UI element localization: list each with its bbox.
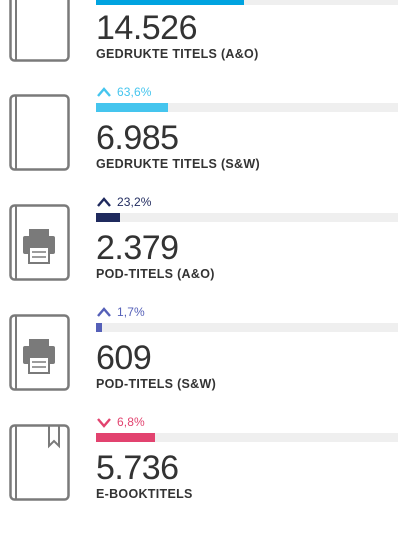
stat-label: GEDRUKTE TITELS (A&O) xyxy=(96,47,259,61)
change-value: 63,6% xyxy=(117,85,152,99)
change-indicator: 63,6% xyxy=(96,84,152,100)
progress-track xyxy=(96,323,398,332)
book-icon xyxy=(9,0,71,63)
ebook-icon xyxy=(9,424,71,502)
change-indicator: 1,7% xyxy=(96,304,145,320)
stat-value: 6.985 xyxy=(96,119,179,157)
change-indicator: 23,2% xyxy=(96,194,152,210)
stat-label: POD-TITELS (S&W) xyxy=(96,377,217,391)
stat-printed-titles-ao: 14.526 GEDRUKTE TITELS (A&O) xyxy=(0,0,398,62)
progress-track xyxy=(96,213,398,222)
book-icon xyxy=(9,94,71,172)
printer-book-icon xyxy=(9,204,71,282)
stat-pod-titles-ao: 23,2% 2.379 POD-TITELS (A&O) xyxy=(0,194,398,304)
stat-value: 609 xyxy=(96,339,152,377)
stat-pod-titles-sw: 1,7% 609 POD-TITELS (S&W) xyxy=(0,304,398,414)
change-indicator: 6,8% xyxy=(96,414,145,430)
stat-printed-titles-sw: 63,6% 6.985 GEDRUKTE TITELS (S&W) xyxy=(0,84,398,194)
change-value: 1,7% xyxy=(117,305,145,319)
stat-label: POD-TITELS (A&O) xyxy=(96,267,215,281)
progress-fill xyxy=(96,103,169,112)
change-value: 6,8% xyxy=(117,415,145,429)
progress-fill xyxy=(96,0,244,5)
stat-value: 2.379 xyxy=(96,229,179,267)
chevron-up-icon xyxy=(97,197,111,207)
stat-label: GEDRUKTE TITELS (S&W) xyxy=(96,157,260,171)
progress-fill xyxy=(96,433,155,442)
progress-track xyxy=(96,433,398,442)
stat-ebook-titles: 6,8% 5.736 E-BOOKTITELS xyxy=(0,414,398,524)
chevron-up-icon xyxy=(97,87,111,97)
stat-value: 5.736 xyxy=(96,449,179,487)
stat-value: 14.526 xyxy=(96,9,198,47)
progress-fill xyxy=(96,323,103,332)
progress-track xyxy=(96,0,398,5)
printer-book-icon xyxy=(9,314,71,392)
change-value: 23,2% xyxy=(117,195,152,209)
stat-label: E-BOOKTITELS xyxy=(96,487,193,501)
chevron-up-icon xyxy=(97,307,111,317)
chevron-down-icon xyxy=(97,418,111,428)
progress-fill xyxy=(96,213,121,222)
progress-track xyxy=(96,103,398,112)
